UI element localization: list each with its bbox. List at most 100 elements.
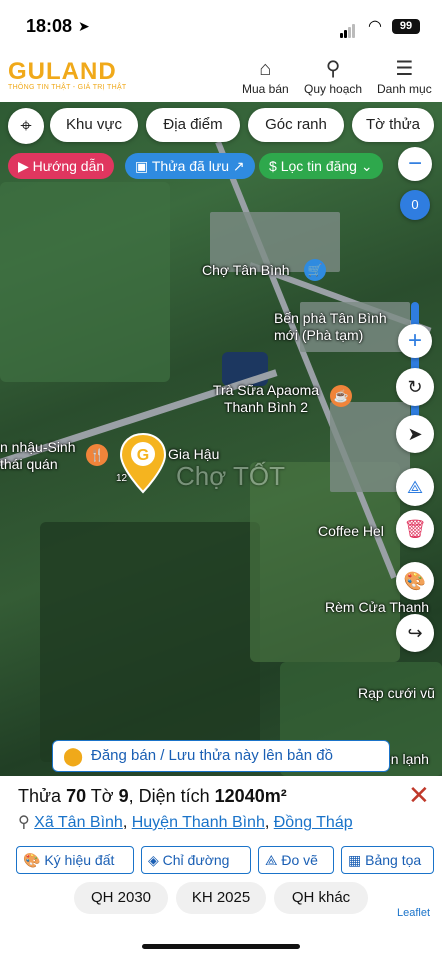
color-palette-button[interactable]: 🎨: [396, 562, 434, 600]
filter-to-thua[interactable]: Tờ thửa: [352, 108, 434, 142]
nav-label: Quy hoạch: [304, 82, 363, 96]
delete-button[interactable]: 🗑: [396, 510, 434, 548]
cafe-icon[interactable]: ☕: [330, 385, 352, 407]
chevron-down-icon: ⌄: [356, 158, 373, 174]
palette-icon: 🎨: [23, 852, 45, 868]
filter-dia-diem[interactable]: Địa điểm: [146, 108, 240, 142]
location-arrow-icon: ➤: [78, 18, 90, 34]
field-area: [0, 182, 170, 382]
bookmark-icon: ▣: [135, 158, 152, 174]
listing-filter-button[interactable]: $ Lọc tin đăng ⌄: [259, 153, 383, 179]
navigate-button[interactable]: ➤: [396, 415, 434, 453]
map-label-market: Chợ Tân Bình: [202, 262, 290, 278]
parcel-area: 12040m²: [214, 786, 287, 806]
saved-label: Thửa đã lưu: [151, 158, 229, 174]
youtube-icon: ▶: [18, 158, 33, 174]
status-time: 18:08: [26, 16, 73, 36]
plan-qh-other-button[interactable]: QH khác: [274, 882, 368, 914]
map-label-coffee: Coffee Hel: [318, 523, 384, 539]
directions-icon: ◈: [148, 852, 163, 868]
land-symbol-button[interactable]: 🎨 Ký hiệu đất: [16, 846, 134, 874]
commune-link[interactable]: Xã Tân Bình: [34, 814, 123, 831]
map-label-restaurant: n nhậu-Sinh thái quán: [0, 439, 76, 472]
guide-label: Hướng dẫn: [32, 158, 105, 174]
zoom-out-button[interactable]: −: [398, 147, 432, 181]
map-label-wedding: Rạp cưới vũ: [358, 685, 435, 701]
signal-icon: [340, 20, 356, 38]
status-bar: 18:08 ➤ ◠ 99: [0, 0, 442, 52]
zoom-slider-track[interactable]: [411, 302, 419, 432]
location-pin-icon: ⚲: [18, 814, 35, 831]
map-label-tea: Trà Sữa Apaoma Thanh Bình 2: [212, 382, 320, 415]
shopping-cart-icon[interactable]: 🛒: [304, 259, 326, 281]
refresh-icon: ↻: [407, 377, 423, 397]
parcel-address: ⚲ Xã Tân Bình, Huyện Thanh Bình, Đồng Th…: [18, 812, 353, 832]
nav-label: Mua bán: [242, 82, 289, 96]
parcel-pin-marker[interactable]: G: [118, 432, 168, 494]
post-parcel-banner[interactable]: ⬤ Đăng bán / Lưu thửa này lên bản đồ: [52, 740, 390, 772]
table-icon: ▦: [348, 852, 366, 868]
guland-logo[interactable]: GULAND THÔNG TIN THẬT - GIÁ TRỊ THẬT: [8, 58, 127, 91]
dollar-icon: $: [269, 158, 281, 174]
action-label: Đo vẽ: [281, 852, 318, 868]
parcel-title: Thửa 70 Tờ 9, Diện tích 12040m²: [18, 786, 287, 807]
action-label: Bảng tọa: [365, 852, 422, 868]
home-indicator[interactable]: [142, 944, 300, 949]
saved-parcels-button[interactable]: ▣ Thửa đã lưu ↗: [125, 153, 255, 179]
battery-icon: 99: [392, 19, 420, 34]
close-icon[interactable]: ✕: [408, 780, 430, 811]
watermark: Chợ TỐT: [176, 461, 286, 491]
restaurant-icon[interactable]: 🍴: [86, 444, 108, 466]
sheet-prefix: Tờ: [86, 786, 119, 806]
banner-label: Đăng bán / Lưu thửa này lên bản đồ: [91, 747, 333, 764]
nav-label: Danh mục: [377, 82, 432, 96]
menu-icon: ☰: [395, 58, 414, 80]
map-search-icon: ⚲: [325, 58, 341, 80]
logo-tagline: THÔNG TIN THẬT - GIÁ TRỊ THẬT: [8, 84, 127, 91]
wifi-icon: ◠: [368, 18, 382, 35]
share-arrow-icon: ↪: [407, 623, 423, 643]
zoom-in-button[interactable]: +: [398, 324, 432, 358]
svg-text:G: G: [137, 447, 149, 464]
measure-draw-button[interactable]: ⟁ Đo vẽ: [258, 846, 334, 874]
nav-mua-ban[interactable]: ⌂ Mua bán: [242, 58, 289, 96]
zoom-slider-handle[interactable]: 0: [400, 190, 430, 220]
palette-icon: 🎨: [403, 571, 427, 591]
locate-me-button[interactable]: ⌖: [8, 108, 44, 144]
nav-quy-hoach[interactable]: ⚲ Quy hoạch: [304, 58, 362, 96]
action-label: Chỉ đường: [162, 852, 230, 868]
plan-kh-2025-button[interactable]: KH 2025: [176, 882, 266, 914]
title-prefix: Thửa: [18, 786, 67, 806]
leaflet-attribution[interactable]: Leaflet: [394, 906, 434, 920]
measure-icon: ⟁: [406, 477, 424, 497]
share-button[interactable]: ↪: [396, 614, 434, 652]
filter-goc-ranh[interactable]: Góc ranh: [248, 108, 344, 142]
filter-khu-vuc[interactable]: Khu vực: [50, 108, 138, 142]
map-pin-icon: G: [119, 432, 167, 494]
location-pin-icon: ⬤: [63, 746, 84, 766]
separator: ,: [122, 814, 132, 831]
filter-label: Lọc tin đăng: [280, 158, 357, 174]
field-area: [250, 462, 400, 662]
trash-icon: 🗑: [403, 519, 427, 539]
external-link-icon: ↗: [229, 158, 245, 174]
separator: ,: [264, 814, 274, 831]
satellite-map[interactable]: ⌖ Khu vực Địa điểm Góc ranh Tờ thửa ▶ Hư…: [0, 102, 442, 776]
guide-button[interactable]: ▶ Hướng dẫn: [8, 153, 115, 179]
map-label-ferry: Bến phà Tân Bình mới (Phà tạm): [274, 310, 387, 343]
district-link[interactable]: Huyện Thanh Bình: [132, 814, 265, 831]
measure-button[interactable]: ⟁: [396, 468, 434, 506]
province-link[interactable]: Đồng Tháp: [274, 814, 353, 831]
navigation-arrow-icon: ➤: [407, 424, 423, 444]
plan-qh-2030-button[interactable]: QH 2030: [74, 882, 168, 914]
coordinates-table-button[interactable]: ▦ Bảng tọa: [341, 846, 434, 874]
app-header: GULAND THÔNG TIN THẬT - GIÁ TRỊ THẬT ⌂ M…: [0, 52, 442, 102]
logo-text: GULAND: [8, 58, 117, 85]
parcel-info-panel: Thửa 70 Tờ 9, Diện tích 12040m² ✕ ⚲ Xã T…: [8, 776, 434, 876]
store-icon: ⌂: [259, 58, 272, 80]
nav-danh-muc[interactable]: ☰ Danh mục: [377, 58, 432, 96]
action-label: Ký hiệu đất: [44, 852, 115, 868]
refresh-button[interactable]: ↻: [396, 368, 434, 406]
directions-button[interactable]: ◈ Chỉ đường: [141, 846, 251, 874]
parcel-number: 70: [66, 786, 87, 806]
